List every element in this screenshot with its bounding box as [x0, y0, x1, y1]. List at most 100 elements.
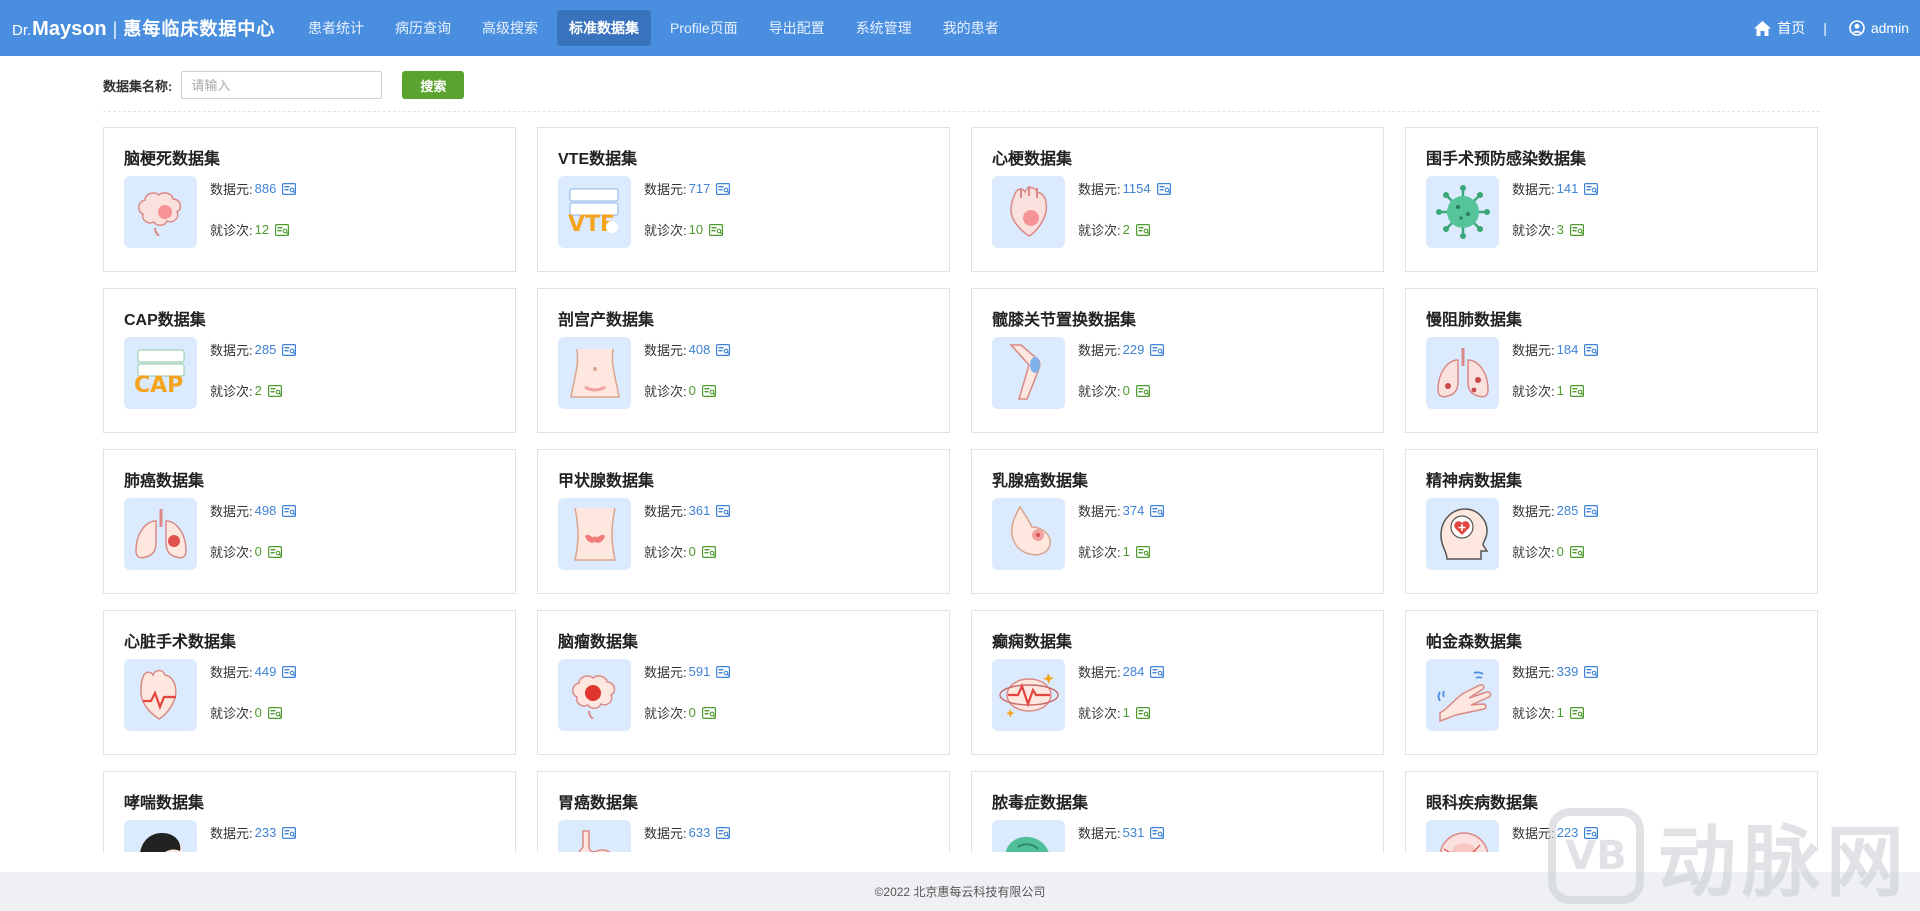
dataset-card[interactable]: 心梗数据集 数据元: 1154 就诊次: 2	[971, 127, 1384, 272]
nav-item-3[interactable]: 标准数据集	[557, 10, 651, 46]
view-elements-icon[interactable]	[1584, 504, 1599, 517]
view-visits-icon[interactable]	[701, 384, 716, 397]
dataset-title[interactable]: 肺癌数据集	[124, 467, 204, 491]
data-elements-count[interactable]: 229	[1123, 342, 1145, 357]
dataset-card[interactable]: 心脏手术数据集 数据元: 449 就诊次: 0	[103, 610, 516, 755]
view-elements-icon[interactable]	[282, 665, 297, 678]
data-elements-count[interactable]: 184	[1557, 342, 1579, 357]
data-elements-count[interactable]: 498	[255, 503, 277, 518]
view-visits-icon[interactable]	[701, 545, 716, 558]
dataset-title[interactable]: 胃癌数据集	[558, 789, 638, 813]
dataset-card[interactable]: 甲状腺数据集 数据元: 361 就诊次: 0	[537, 449, 950, 594]
home-link[interactable]: 首页	[1754, 18, 1805, 38]
dataset-card[interactable]: 哮喘数据集 数据元: 233	[103, 771, 516, 852]
dataset-title[interactable]: 剖宫产数据集	[558, 306, 654, 330]
dataset-title[interactable]: 精神病数据集	[1426, 467, 1522, 491]
data-elements-count[interactable]: 223	[1557, 825, 1579, 840]
search-button[interactable]: 搜索	[402, 71, 465, 99]
dataset-title[interactable]: 围手术预防感染数据集	[1426, 145, 1586, 169]
visits-count[interactable]: 0	[689, 383, 696, 398]
nav-item-6[interactable]: 系统管理	[844, 10, 924, 46]
dataset-title[interactable]: 癫痫数据集	[992, 628, 1072, 652]
dataset-card[interactable]: 围手术预防感染数据集 数据元: 141 就诊次: 3	[1405, 127, 1818, 272]
view-elements-icon[interactable]	[1150, 665, 1165, 678]
view-visits-icon[interactable]	[267, 384, 282, 397]
data-elements-count[interactable]: 285	[255, 342, 277, 357]
visits-count[interactable]: 1	[1557, 383, 1564, 398]
dataset-title[interactable]: 眼科疾病数据集	[1426, 789, 1538, 813]
dataset-card[interactable]: 脑瘤数据集 数据元: 591 就诊次: 0	[537, 610, 950, 755]
view-elements-icon[interactable]	[716, 504, 731, 517]
dataset-title[interactable]: 慢阻肺数据集	[1426, 306, 1522, 330]
dataset-title[interactable]: 乳腺癌数据集	[992, 467, 1088, 491]
view-elements-icon[interactable]	[282, 343, 297, 356]
view-visits-icon[interactable]	[709, 223, 724, 236]
dataset-card[interactable]: 癫痫数据集 数据元: 284 就诊次: 1	[971, 610, 1384, 755]
view-elements-icon[interactable]	[1150, 343, 1165, 356]
view-visits-icon[interactable]	[1569, 545, 1584, 558]
dataset-title[interactable]: CAP数据集	[124, 306, 206, 330]
visits-count[interactable]: 0	[689, 544, 696, 559]
data-elements-count[interactable]: 284	[1123, 664, 1145, 679]
view-elements-icon[interactable]	[716, 343, 731, 356]
dataset-card[interactable]: 髋膝关节置换数据集 数据元: 229 就诊次: 0	[971, 288, 1384, 433]
view-visits-icon[interactable]	[701, 706, 716, 719]
nav-item-7[interactable]: 我的患者	[931, 10, 1011, 46]
dataset-title[interactable]: 脑瘤数据集	[558, 628, 638, 652]
visits-count[interactable]: 0	[689, 705, 696, 720]
data-elements-count[interactable]: 141	[1557, 181, 1579, 196]
dataset-title[interactable]: 脑梗死数据集	[124, 145, 220, 169]
view-visits-icon[interactable]	[1569, 223, 1584, 236]
visits-count[interactable]: 2	[255, 383, 262, 398]
view-elements-icon[interactable]	[1584, 182, 1599, 195]
data-elements-count[interactable]: 285	[1557, 503, 1579, 518]
view-elements-icon[interactable]	[1150, 504, 1165, 517]
view-elements-icon[interactable]	[1584, 665, 1599, 678]
visits-count[interactable]: 0	[255, 705, 262, 720]
nav-item-1[interactable]: 病历查询	[383, 10, 463, 46]
visits-count[interactable]: 10	[689, 222, 703, 237]
dataset-name-input[interactable]	[181, 71, 383, 99]
dataset-title[interactable]: 哮喘数据集	[124, 789, 204, 813]
dataset-card[interactable]: CAP数据集 CAP 数据元: 285 就诊次: 2	[103, 288, 516, 433]
dataset-card[interactable]: 乳腺癌数据集 数据元: 374 就诊次: 1	[971, 449, 1384, 594]
dataset-card[interactable]: 眼科疾病数据集 数据元: 223	[1405, 771, 1818, 852]
dataset-title[interactable]: 心脏手术数据集	[124, 628, 236, 652]
data-elements-count[interactable]: 591	[689, 664, 711, 679]
data-elements-count[interactable]: 233	[255, 825, 277, 840]
nav-item-0[interactable]: 患者统计	[296, 10, 376, 46]
data-elements-count[interactable]: 717	[689, 181, 711, 196]
data-elements-count[interactable]: 339	[1557, 664, 1579, 679]
nav-item-2[interactable]: 高级搜索	[470, 10, 550, 46]
visits-count[interactable]: 0	[1123, 383, 1130, 398]
visits-count[interactable]: 0	[1557, 544, 1564, 559]
visits-count[interactable]: 12	[255, 222, 269, 237]
visits-count[interactable]: 1	[1123, 705, 1130, 720]
dataset-card[interactable]: 脑梗死数据集 数据元: 886 就诊次: 12	[103, 127, 516, 272]
dataset-card[interactable]: 慢阻肺数据集 数据元: 184 就诊次: 1	[1405, 288, 1818, 433]
data-elements-count[interactable]: 361	[689, 503, 711, 518]
dataset-card[interactable]: VTE数据集 VTE 数据元: 717 就诊次: 10	[537, 127, 950, 272]
view-elements-icon[interactable]	[716, 826, 731, 839]
dataset-card[interactable]: 肺癌数据集 数据元: 498 就诊次: 0	[103, 449, 516, 594]
user-menu[interactable]: admin	[1849, 20, 1909, 36]
view-elements-icon[interactable]	[282, 182, 297, 195]
view-visits-icon[interactable]	[267, 545, 282, 558]
visits-count[interactable]: 1	[1123, 544, 1130, 559]
view-elements-icon[interactable]	[282, 826, 297, 839]
data-elements-count[interactable]: 374	[1123, 503, 1145, 518]
view-elements-icon[interactable]	[716, 665, 731, 678]
view-visits-icon[interactable]	[1135, 223, 1150, 236]
dataset-card[interactable]: 胃癌数据集 数据元: 633	[537, 771, 950, 852]
view-visits-icon[interactable]	[275, 223, 290, 236]
dataset-title[interactable]: 甲状腺数据集	[558, 467, 654, 491]
view-visits-icon[interactable]	[1569, 384, 1584, 397]
view-elements-icon[interactable]	[1156, 182, 1171, 195]
data-elements-count[interactable]: 1154	[1123, 181, 1151, 196]
brand-logo[interactable]: Dr. Mayson | 惠每临床数据中心	[0, 15, 296, 41]
dataset-card[interactable]: 脓毒症数据集 数据元: 531	[971, 771, 1384, 852]
view-elements-icon[interactable]	[1584, 826, 1599, 839]
dataset-title[interactable]: 帕金森数据集	[1426, 628, 1522, 652]
nav-item-5[interactable]: 导出配置	[757, 10, 837, 46]
dataset-card[interactable]: 剖宫产数据集 数据元: 408 就诊次: 0	[537, 288, 950, 433]
